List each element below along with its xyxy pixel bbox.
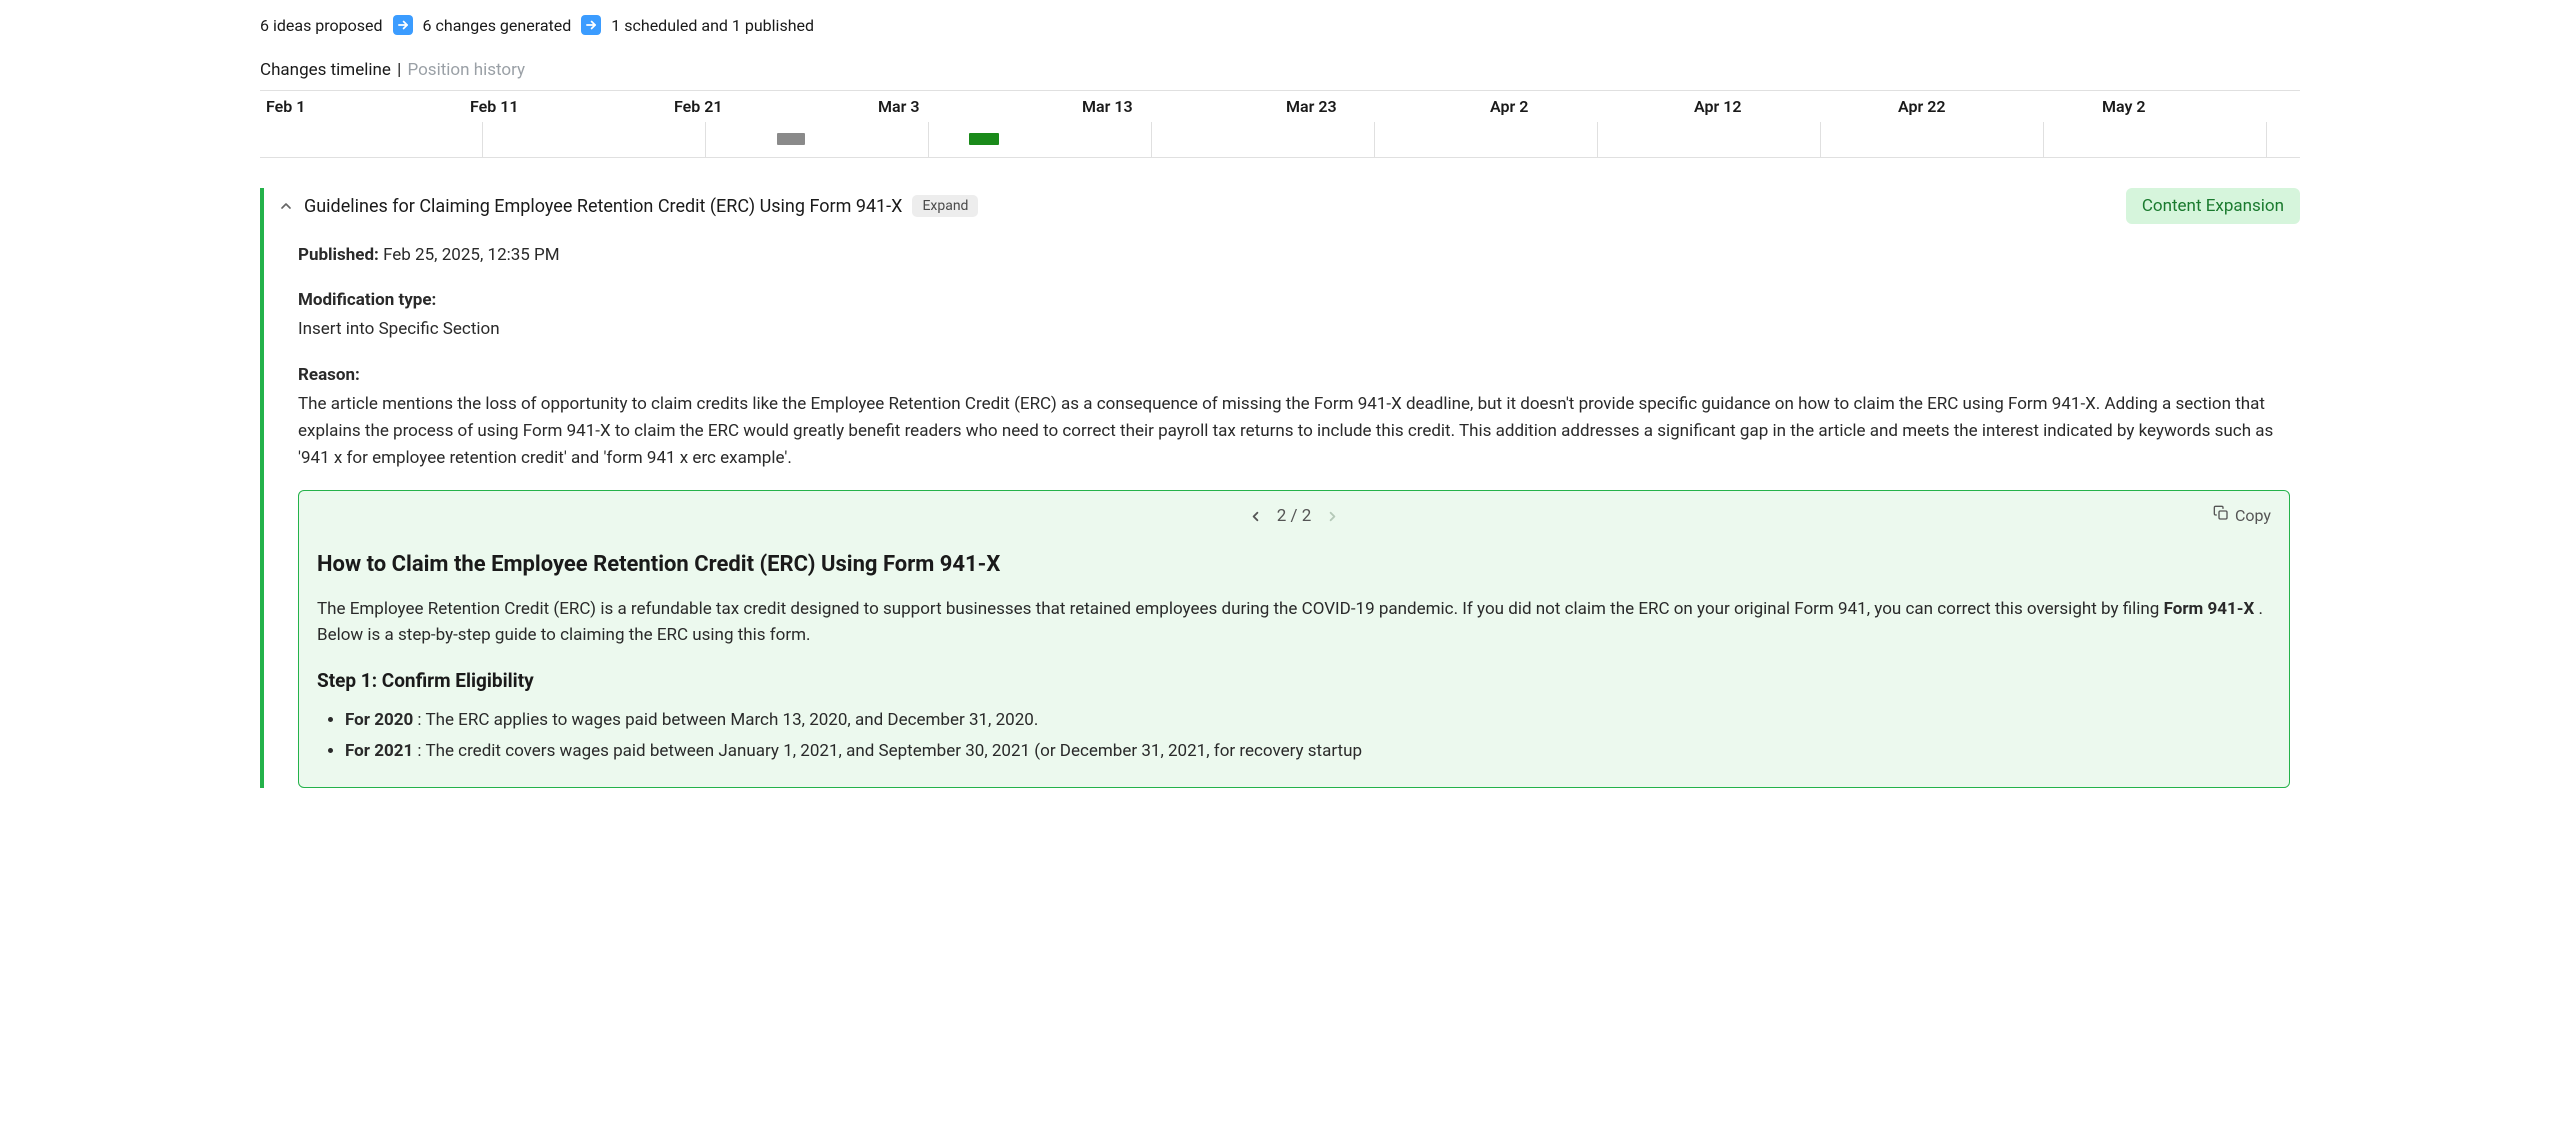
- panel-step1-heading: Step 1: Confirm Eligibility: [317, 666, 2271, 696]
- tab-changes-timeline[interactable]: Changes timeline: [260, 60, 391, 80]
- panel-topbar: 2 / 2 Copy: [317, 503, 2271, 530]
- timeline-date: Mar 13: [1076, 91, 1280, 122]
- timeline-bar-published[interactable]: [969, 133, 999, 145]
- chevron-right-icon[interactable]: [1325, 509, 1340, 524]
- timeline-date: Apr 2: [1484, 91, 1688, 122]
- timeline-tabs: Changes timeline | Position history: [260, 60, 2300, 80]
- timeline-track: [260, 122, 2300, 157]
- panel-intro-a: The Employee Retention Credit (ERC) is a…: [317, 599, 2164, 619]
- tab-separator: |: [397, 60, 401, 80]
- card-body: Published: Feb 25, 2025, 12:35 PM Modifi…: [278, 224, 2300, 788]
- summary-scheduled: 1 scheduled and 1 published: [611, 16, 814, 35]
- reason-label: Reason:: [298, 362, 2290, 389]
- mod-value: Insert into Specific Section: [298, 316, 2290, 343]
- panel-step1-list: For 2020 : The ERC applies to wages paid…: [317, 707, 2271, 765]
- pager-text: 2 / 2: [1277, 503, 1312, 530]
- panel-intro-bold: Form 941-X: [2164, 599, 2255, 619]
- chevron-left-icon[interactable]: [1248, 509, 1263, 524]
- tab-position-history[interactable]: Position history: [408, 60, 526, 80]
- copy-icon: [2213, 503, 2229, 529]
- panel-heading: How to Claim the Employee Retention Cred…: [317, 547, 2271, 582]
- change-card: Guidelines for Claiming Employee Retenti…: [260, 188, 2300, 788]
- summary-row: 6 ideas proposed 6 changes generated 1 s…: [260, 15, 2300, 35]
- published-label: Published:: [298, 245, 379, 265]
- timeline-bar-scheduled[interactable]: [777, 133, 805, 145]
- modification-type: Modification type: Insert into Specific …: [298, 287, 2290, 343]
- timeline-date: Apr 12: [1688, 91, 1892, 122]
- li-bold: For 2020: [345, 710, 413, 730]
- timeline-date: Mar 3: [872, 91, 1076, 122]
- timeline-date: Feb 21: [668, 91, 872, 122]
- card-header: Guidelines for Claiming Employee Retenti…: [278, 188, 2300, 224]
- expand-button[interactable]: Expand: [912, 195, 978, 217]
- timeline-date: Feb 1: [260, 91, 464, 122]
- li-text: : The ERC applies to wages paid between …: [413, 710, 1038, 730]
- summary-ideas: 6 ideas proposed: [260, 16, 383, 35]
- copy-button[interactable]: Copy: [2213, 503, 2271, 529]
- pager: 2 / 2: [1248, 503, 1341, 530]
- published-value: Feb 25, 2025, 12:35 PM: [383, 245, 560, 265]
- content-preview-panel: 2 / 2 Copy How to Claim the Employee Ret…: [298, 490, 2290, 788]
- copy-label: Copy: [2235, 503, 2271, 529]
- panel-intro: The Employee Retention Credit (ERC) is a…: [317, 596, 2271, 649]
- li-bold: For 2021: [345, 741, 413, 761]
- timeline-date-row: Feb 1 Feb 11 Feb 21 Mar 3 Mar 13 Mar 23 …: [260, 91, 2300, 122]
- content-expansion-badge: Content Expansion: [2126, 188, 2300, 224]
- card-title: Guidelines for Claiming Employee Retenti…: [304, 196, 902, 217]
- timeline-date: Apr 22: [1892, 91, 2096, 122]
- arrow-right-icon: [393, 15, 413, 35]
- chevron-up-icon[interactable]: [278, 198, 294, 214]
- list-item: For 2020 : The ERC applies to wages paid…: [345, 707, 2271, 734]
- list-item: For 2021 : The credit covers wages paid …: [345, 738, 2271, 765]
- summary-changes: 6 changes generated: [423, 16, 572, 35]
- reason-text: The article mentions the loss of opportu…: [298, 391, 2290, 473]
- published-line: Published: Feb 25, 2025, 12:35 PM: [298, 242, 2290, 269]
- timeline: Feb 1 Feb 11 Feb 21 Mar 3 Mar 13 Mar 23 …: [260, 90, 2300, 158]
- reason-block: Reason: The article mentions the loss of…: [298, 362, 2290, 473]
- timeline-date: Mar 23: [1280, 91, 1484, 122]
- timeline-date: Feb 11: [464, 91, 668, 122]
- arrow-right-icon: [581, 15, 601, 35]
- mod-label: Modification type:: [298, 287, 2290, 314]
- li-text: : The credit covers wages paid between J…: [413, 741, 1362, 761]
- timeline-date: May 2: [2096, 91, 2300, 122]
